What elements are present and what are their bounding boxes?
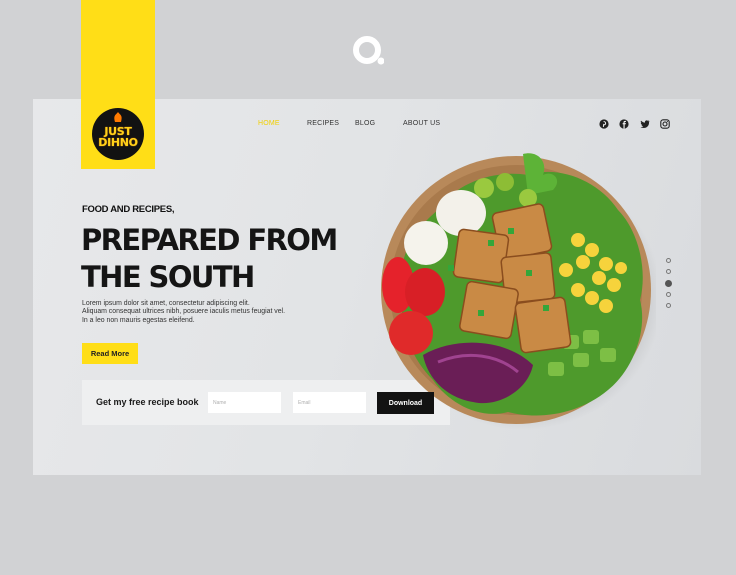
- slider-dot-1[interactable]: [666, 258, 671, 263]
- hero-headline-line1: PREPARED FROM: [81, 223, 338, 257]
- hero-headline-line2: THE SOUTH: [81, 260, 255, 294]
- nav-recipes[interactable]: RECIPES: [307, 120, 339, 127]
- email-field[interactable]: Email: [293, 392, 366, 413]
- brand-mark-icon: [353, 36, 384, 65]
- hero-description-line1: Lorem ipsum dolor sit amet, consectetur …: [82, 300, 250, 307]
- slider-dot-2[interactable]: [666, 269, 671, 274]
- hero-description-line2: Aliquam consequat ultrices nibh, posuere…: [82, 308, 286, 316]
- slider-dot-5[interactable]: [666, 303, 671, 308]
- nav-home[interactable]: HOME: [258, 120, 280, 127]
- flame-icon: [114, 112, 122, 122]
- hero-headline: PREPARED FROM THE SOUTH: [81, 222, 338, 296]
- nav-about-us[interactable]: ABOUT US: [403, 120, 440, 127]
- hero-kicker: FOOD AND RECIPES,: [82, 204, 175, 215]
- logo[interactable]: JUST DIHNO: [92, 108, 144, 160]
- facebook-icon[interactable]: [619, 119, 629, 129]
- salad-bowl-image: [381, 153, 656, 430]
- instagram-icon[interactable]: [660, 119, 670, 129]
- hero-description: Lorem ipsum dolor sit amet, consectetur …: [82, 300, 312, 325]
- nav-blog[interactable]: BLOG: [355, 120, 375, 127]
- name-field[interactable]: Name: [208, 392, 281, 413]
- slider-dot-3[interactable]: [665, 280, 672, 287]
- logo-text-line2: DIHNO: [98, 136, 138, 149]
- slider-dot-4[interactable]: [666, 292, 671, 297]
- download-button[interactable]: Download: [377, 392, 434, 414]
- read-more-button[interactable]: Read More: [82, 343, 138, 364]
- pinterest-icon[interactable]: [599, 119, 609, 129]
- twitter-icon[interactable]: [640, 119, 650, 129]
- subscribe-label: Get my free recipe book: [96, 397, 199, 407]
- hero-description-line3: In a leo non mauris egestas eleifend.: [82, 316, 195, 324]
